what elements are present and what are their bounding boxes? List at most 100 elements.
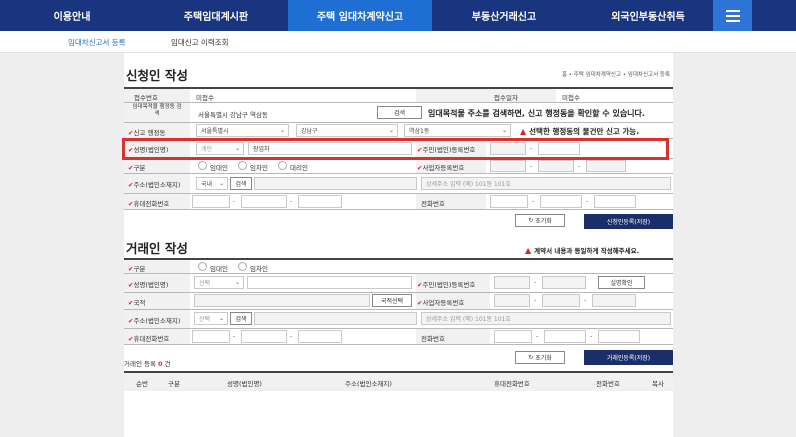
phone-label: 전화번호 <box>421 200 445 208</box>
receipt-date-value: 미접수 <box>562 94 580 102</box>
mobile-1-input[interactable] <box>192 195 230 208</box>
cp-id-number-label: ✔주민(법인)등록번호 <box>417 281 476 289</box>
address-detail-input[interactable]: 상세주소 입력 (예) 101동 101호 <box>421 177 671 190</box>
receipt-no-label: 접수번호 <box>134 94 158 102</box>
cp-id-front-input[interactable] <box>494 276 530 289</box>
phone-1-input[interactable] <box>490 195 528 208</box>
applicant-section-title: 신청인 작성 <box>126 68 188 83</box>
cp-nationality-label: ✔국적 <box>128 299 146 307</box>
cp-phone-label: 전화번호 <box>421 335 445 343</box>
cp-mobile-2-input[interactable] <box>241 330 287 343</box>
top-navigation: 이용안내 주택임대계시판 주택 임대차계약신고 부동산거래신고 외국인부동산취득 <box>0 0 796 31</box>
address-label: ✔주소(법인소재지) <box>128 181 181 189</box>
verify-name-button[interactable]: 실명확인 <box>598 276 645 289</box>
type-option-lessor: 임대인 <box>210 164 228 172</box>
chevron-down-icon: ⌄ <box>388 127 394 134</box>
nationality-select-button[interactable]: 국적선택 <box>372 294 412 307</box>
receipt-no-value: 미접수 <box>196 94 214 102</box>
cp-name-type-select[interactable]: 선택 ⌄ <box>194 276 244 289</box>
th-seq: 순번 <box>136 380 148 388</box>
phone-3-input[interactable] <box>594 195 636 208</box>
district-label: ✔신고 행정동 <box>128 129 166 137</box>
applicant-reset-button[interactable]: ↻ 초기화 <box>515 214 565 227</box>
warning-icon: ▲ <box>525 245 532 255</box>
counterparty-count: 거래인 등록 0 건 <box>124 360 171 368</box>
nav-foreigner-acquisition[interactable]: 외국인부동산취득 <box>576 0 720 31</box>
nav-rental-board[interactable]: 주택임대계시판 <box>144 0 288 31</box>
cp-type-option-lessee: 임차인 <box>250 265 268 273</box>
cp-phone-3-input[interactable] <box>598 330 640 343</box>
mobile-2-input[interactable] <box>241 195 287 208</box>
chevron-down-icon: ⌄ <box>501 127 507 134</box>
district-sgg-select[interactable]: 강남구 ⌄ <box>296 124 398 137</box>
cp-mobile-label: ✔휴대전화번호 <box>128 335 170 343</box>
address-search-button[interactable]: 검색 <box>377 106 422 119</box>
cp-address-detail-input[interactable]: 상세주소 입력 (예) 101동 101호 <box>421 312 671 325</box>
counterparty-register-button[interactable]: 거래인등록(저장) <box>584 350 673 365</box>
cp-mobile-1-input[interactable] <box>192 330 230 343</box>
highlight-box <box>122 138 669 160</box>
cp-type-radio-lessee[interactable] <box>238 262 247 271</box>
nav-lease-report[interactable]: 주택 임대차계약신고 <box>288 0 432 31</box>
district-sido-select[interactable]: 서울특별시 ⌄ <box>196 124 289 137</box>
district-warning: ▲ 선택한 행정동의 물건만 신고 가능. <box>520 127 640 136</box>
subnav-history[interactable]: 임대신고 이력조회 <box>171 37 229 48</box>
cp-address-search-button[interactable]: 검색 <box>230 312 252 325</box>
phone-2-input[interactable] <box>540 195 582 208</box>
type-radio-lessor[interactable] <box>198 161 207 170</box>
search-address-value: 서울특별시 강남구 역삼동 <box>198 111 268 119</box>
cp-type-radio-lessor[interactable] <box>198 262 207 271</box>
address-search-button-2[interactable]: 검색 <box>230 177 252 190</box>
form-card: 신청인 작성 홈 • 주택 임대차계약신고 • 임대차신고서 등록 접수번호 미… <box>124 53 673 437</box>
counterparty-table-header: 순번 구분 성명(법인명) 주소(법인소재지) 휴대전화번호 전화번호 복사 <box>124 371 673 391</box>
nav-real-estate-report[interactable]: 부동산거래신고 <box>432 0 576 31</box>
cp-name-input[interactable] <box>247 276 412 289</box>
cp-address-input[interactable] <box>254 312 417 325</box>
mobile-label: ✔휴대전화번호 <box>128 200 170 208</box>
counterparty-section-title: 거래인 작성 <box>126 241 188 256</box>
cp-biz-3-input[interactable] <box>592 294 636 307</box>
cp-nationality-input[interactable] <box>194 294 370 307</box>
subnav-register[interactable]: 임대차신고서 등록 <box>68 37 126 48</box>
cp-type-option-lessor: 임대인 <box>210 265 228 273</box>
reset-icon: ↻ <box>528 354 536 361</box>
chevron-down-icon: ⌄ <box>218 315 224 322</box>
type-label: ✔구분 <box>128 164 146 172</box>
cp-name-label: ✔성명(법인명) <box>128 281 169 289</box>
biz-number-3-input[interactable] <box>586 160 626 172</box>
cp-biz-number-label: ✔사업자등록번호 <box>417 299 465 307</box>
cp-address-country-select[interactable]: 선택 ⌄ <box>194 312 228 325</box>
type-radio-lessee[interactable] <box>238 161 247 170</box>
applicant-register-button[interactable]: 신청인등록(저장) <box>584 214 673 229</box>
cp-address-label: ✔주소(법인소재지) <box>128 317 181 325</box>
mobile-3-input[interactable] <box>298 195 342 208</box>
cp-phone-1-input[interactable] <box>494 330 532 343</box>
biz-number-1-input[interactable] <box>490 160 526 172</box>
counterparty-warning: ▲ 계약서 내용과 동일하게 작성해주세요. <box>525 245 640 256</box>
th-name: 성명(법인명) <box>227 380 262 388</box>
cp-type-label: ✔구분 <box>128 265 146 273</box>
cp-id-back-input[interactable] <box>542 276 586 289</box>
district-dong-select[interactable]: 역삼1동 ⌄ <box>404 124 511 137</box>
sub-navigation: 임대차신고서 등록 임대신고 이력조회 <box>0 31 796 53</box>
biz-number-2-input[interactable] <box>538 160 574 172</box>
search-address-label: 임대목적물 행정동 검색 <box>132 104 182 117</box>
hamburger-menu-icon[interactable] <box>713 0 752 31</box>
counterparty-reset-button[interactable]: ↻ 초기화 <box>515 351 565 364</box>
address-search-hint: 임대목적물 주소를 검색하면, 신고 행정동을 확인할 수 있습니다. <box>428 109 645 118</box>
warning-icon: ▲ <box>520 127 527 136</box>
cp-mobile-3-input[interactable] <box>298 330 342 343</box>
address-country-select[interactable]: 국내 ⌄ <box>196 177 228 190</box>
cp-biz-1-input[interactable] <box>494 294 530 307</box>
cp-phone-2-input[interactable] <box>544 330 586 343</box>
th-copy: 복사 <box>652 380 664 388</box>
th-type: 구분 <box>168 380 180 388</box>
counterparty-count-value: 0 <box>158 360 163 368</box>
chevron-down-icon: ⌄ <box>279 127 285 134</box>
th-phone: 전화번호 <box>596 380 620 388</box>
cp-biz-2-input[interactable] <box>542 294 580 307</box>
address-input[interactable] <box>254 177 417 190</box>
nav-usage-guide[interactable]: 이용안내 <box>0 0 144 31</box>
th-mobile: 휴대전화번호 <box>494 380 530 388</box>
type-radio-agent[interactable] <box>278 161 287 170</box>
